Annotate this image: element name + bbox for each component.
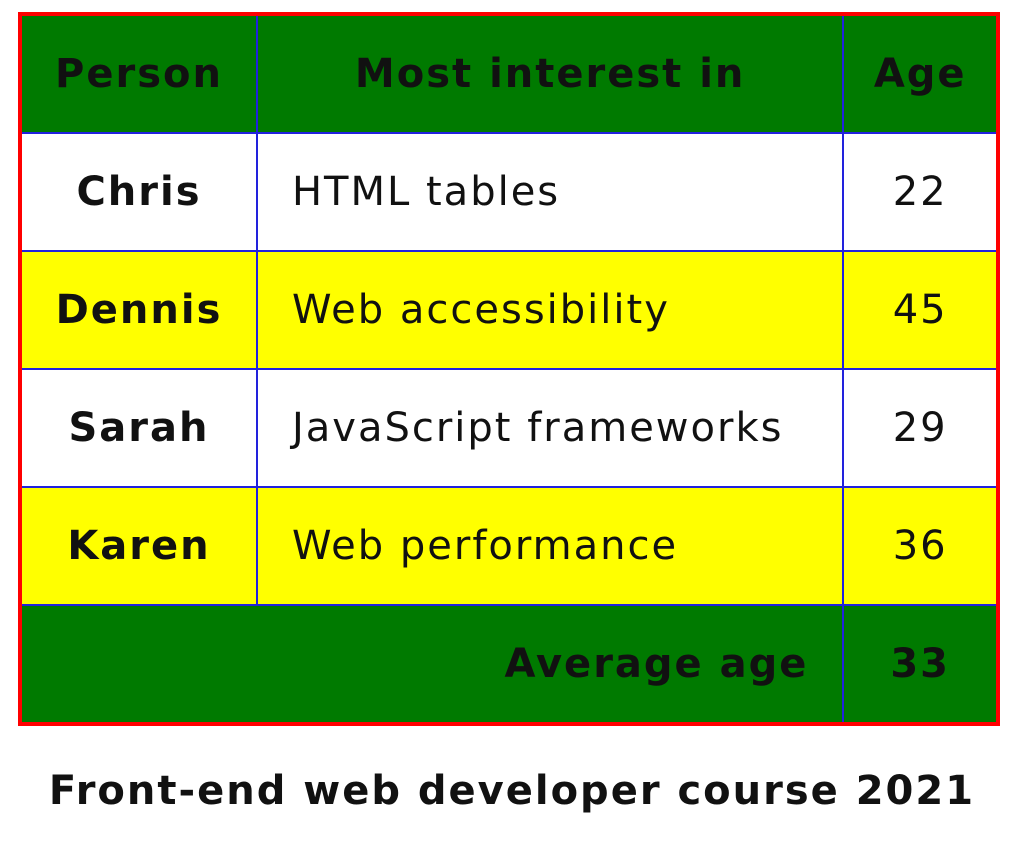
footer-row: Average age 33 [18, 604, 999, 725]
table-container: Person Most interest in Age Chris HTML t… [18, 12, 1000, 726]
table-caption: Front-end web developer course 2021 [48, 768, 976, 814]
column-header-age: Age [842, 13, 999, 134]
table-row: Sarah JavaScript frameworks 29 [19, 368, 999, 488]
table-row: Karen Web performance 36 [19, 486, 999, 606]
person-cell: Chris [19, 132, 258, 252]
table-header: Person Most interest in Age [19, 13, 999, 134]
person-cell: Sarah [19, 368, 258, 488]
interest-cell: HTML tables [255, 132, 845, 252]
interest-cell: Web accessibility [255, 250, 845, 370]
average-age-value: 33 [842, 604, 999, 725]
table-row: Dennis Web accessibility 45 [19, 250, 999, 370]
header-row: Person Most interest in Age [19, 13, 999, 134]
table-body: Chris HTML tables 22 Dennis Web accessib… [19, 132, 999, 606]
age-cell: 22 [842, 132, 999, 252]
person-cell: Karen [19, 486, 258, 606]
average-age-label: Average age [18, 604, 845, 725]
interest-cell: Web performance [255, 486, 845, 606]
table-row: Chris HTML tables 22 [19, 132, 999, 252]
column-header-person: Person [19, 13, 258, 134]
age-cell: 29 [842, 368, 999, 488]
age-cell: 36 [842, 486, 999, 606]
age-cell: 45 [842, 250, 999, 370]
table-footer: Average age 33 [18, 604, 999, 725]
interest-cell: JavaScript frameworks [255, 368, 845, 488]
data-table: Person Most interest in Age Chris HTML t… [18, 12, 1000, 726]
column-header-interest: Most interest in [255, 13, 845, 134]
person-cell: Dennis [19, 250, 258, 370]
